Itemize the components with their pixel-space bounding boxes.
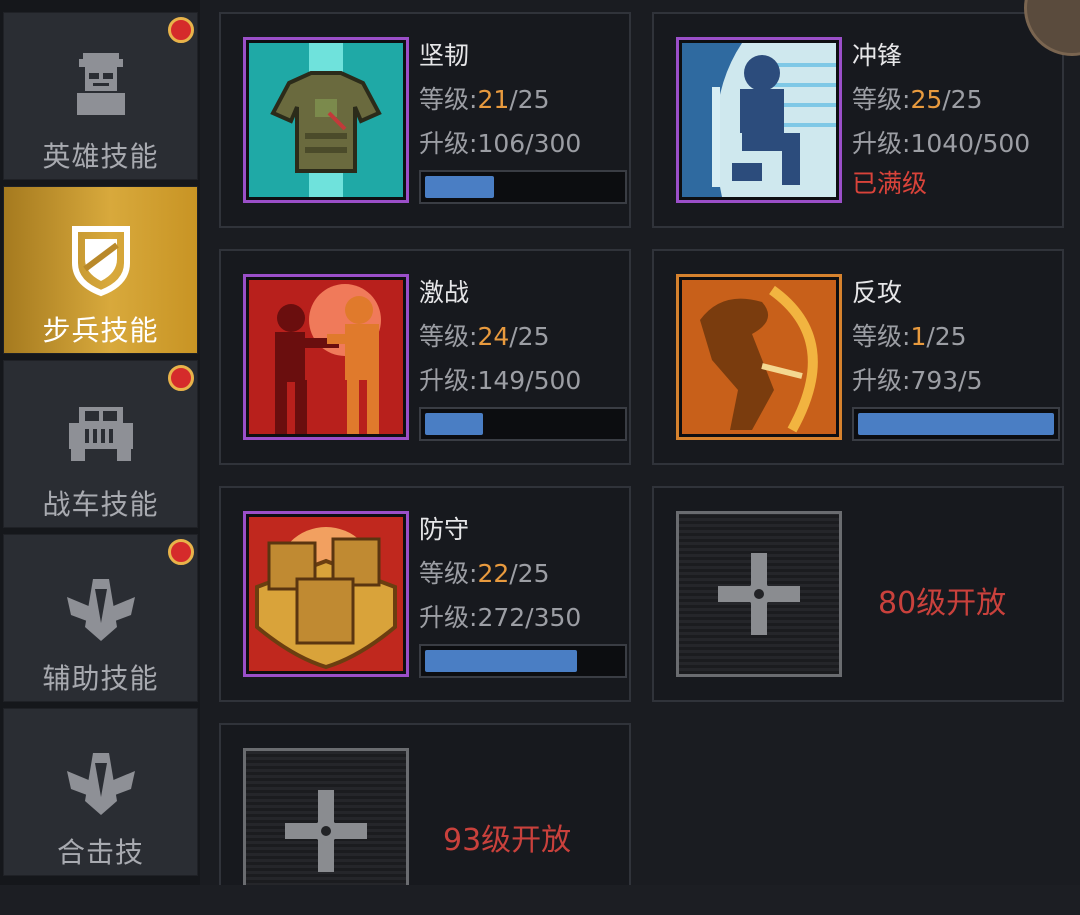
level-max: /25	[509, 322, 550, 351]
skill-icon-frame	[243, 37, 409, 203]
upgrade-progress-bar	[852, 407, 1060, 441]
level-max: /25	[509, 85, 550, 114]
tab-label: 战车技能	[42, 488, 159, 521]
tab-label: 步兵技能	[42, 314, 159, 347]
progress-fill	[425, 650, 578, 672]
skill-icon-frame	[676, 274, 842, 440]
locked-skill-slot[interactable]: 80级开放	[652, 486, 1064, 702]
tab-combo-skills[interactable]: 合击技	[3, 708, 198, 876]
skill-upgrade: 升级:1040/500	[852, 124, 1030, 160]
locked-slot-frame	[243, 748, 409, 898]
defense-crates-icon	[249, 517, 403, 671]
tab-label: 辅助技能	[42, 662, 159, 695]
wings-emblem-icon	[66, 753, 135, 815]
skill-icon-frame	[243, 274, 409, 440]
level-label: 等级:	[852, 85, 911, 114]
armor-vest-icon	[249, 43, 403, 197]
skill-upgrade: 升级:793/5	[852, 361, 982, 397]
skill-name: 防守	[419, 515, 470, 544]
shield-icon	[71, 226, 130, 297]
skill-name: 冲锋	[852, 41, 903, 70]
skill-icon-frame	[676, 37, 842, 203]
locked-slot-frame	[676, 511, 842, 677]
skill-level: 等级:22/25	[419, 554, 549, 590]
unlock-level-text: 80级开放	[878, 586, 1007, 621]
skill-upgrade: 升级:149/500	[419, 361, 581, 397]
skill-name: 坚韧	[419, 41, 470, 70]
tab-support-skills[interactable]: 辅助技能	[3, 534, 198, 702]
upgrade-value: 149/500	[477, 366, 582, 395]
level-label: 等级:	[419, 322, 478, 351]
skill-upgrade: 升级:272/350	[419, 598, 581, 634]
level-value: 22	[477, 559, 510, 588]
skill-card[interactable]: 反攻 等级:1/25 升级:793/5	[652, 249, 1064, 465]
skill-icon-frame	[243, 511, 409, 677]
upgrade-value: 1040/500	[910, 129, 1031, 158]
level-max: /25	[942, 85, 983, 114]
combat-figures-icon	[249, 280, 403, 434]
tab-label: 英雄技能	[42, 140, 159, 173]
skill-level: 等级:25/25	[852, 80, 982, 116]
skill-level: 等级:24/25	[419, 317, 549, 353]
upgrade-value: 793/5	[910, 366, 983, 395]
cross-plus-icon	[718, 553, 800, 635]
level-label: 等级:	[419, 559, 478, 588]
skill-card[interactable]: 冲锋 等级:25/25 升级:1040/500 已满级	[652, 12, 1064, 228]
upgrade-label: 升级:	[419, 129, 478, 158]
skill-category-sidebar: 英雄技能 步兵技能 战车技能 辅助技能 合击技	[0, 0, 200, 915]
level-max: /25	[926, 322, 967, 351]
skill-level: 等级:21/25	[419, 80, 549, 116]
upgrade-progress-bar	[419, 170, 627, 204]
notification-badge	[168, 365, 194, 391]
tab-hero-skills[interactable]: 英雄技能	[3, 12, 198, 180]
locked-skill-slot[interactable]: 93级开放	[219, 723, 631, 898]
upgrade-value: 272/350	[477, 603, 582, 632]
progress-fill	[425, 413, 484, 435]
level-max: /25	[509, 559, 550, 588]
skill-level: 等级:1/25	[852, 317, 967, 353]
upgrade-progress-bar	[419, 644, 627, 678]
tab-label: 合击技	[56, 836, 144, 869]
jeep-icon	[68, 407, 133, 461]
upgrade-label: 升级:	[419, 603, 478, 632]
upgrade-progress-bar	[419, 407, 627, 441]
progress-fill	[425, 176, 495, 198]
progress-fill	[858, 413, 1054, 435]
counterattack-figure-icon	[682, 280, 836, 434]
tab-infantry-skills[interactable]: 步兵技能	[3, 186, 198, 354]
skill-card[interactable]: 坚韧 等级:21/25 升级:106/300	[219, 12, 631, 228]
charge-soldier-icon	[682, 43, 836, 197]
upgrade-label: 升级:	[419, 366, 478, 395]
skill-card[interactable]: 激战 等级:24/25 升级:149/500	[219, 249, 631, 465]
upgrade-value: 106/300	[477, 129, 582, 158]
soldier-icon	[76, 53, 125, 115]
level-value: 25	[910, 85, 943, 114]
skill-name: 激战	[419, 278, 470, 307]
level-value: 21	[477, 85, 510, 114]
tab-vehicle-skills[interactable]: 战车技能	[3, 360, 198, 528]
max-level-text: 已满级	[852, 169, 928, 198]
upgrade-label: 升级:	[852, 366, 911, 395]
wings-emblem-icon	[66, 579, 135, 641]
skill-upgrade: 升级:106/300	[419, 124, 581, 160]
level-label: 等级:	[852, 322, 911, 351]
skill-card[interactable]: 防守 等级:22/25 升级:272/350	[219, 486, 631, 702]
notification-badge	[168, 539, 194, 565]
notification-badge	[168, 17, 194, 43]
level-label: 等级:	[419, 85, 478, 114]
upgrade-label: 升级:	[852, 129, 911, 158]
skill-name: 反攻	[852, 278, 903, 307]
level-value: 24	[477, 322, 510, 351]
level-value: 1	[910, 322, 927, 351]
bottom-strip	[0, 885, 1080, 915]
unlock-level-text: 93级开放	[443, 823, 572, 858]
